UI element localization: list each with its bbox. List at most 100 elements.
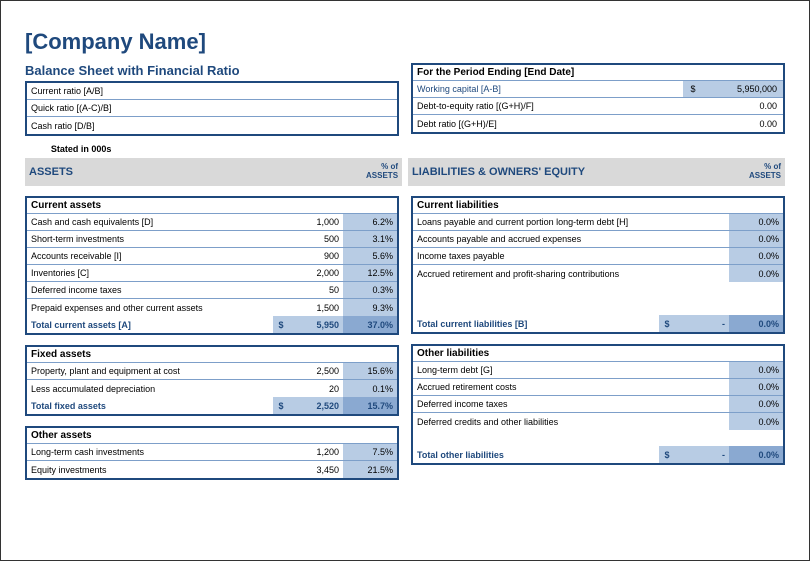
balance-sheet-page: [Company Name] Balance Sheet with Financ… (0, 0, 810, 561)
row-value: 900 (289, 248, 343, 264)
row-pct: 3.1% (343, 231, 397, 247)
row-sym (273, 363, 289, 379)
liabilities-header: LIABILITIES & OWNERS' EQUITY % of ASSETS (408, 158, 785, 186)
data-row: Equity investments3,45021.5% (27, 461, 397, 478)
row-label: Accounts receivable [I] (27, 248, 273, 264)
row-sym (273, 299, 289, 316)
row-value: 2,500 (289, 363, 343, 379)
row-pct: 6.2% (343, 214, 397, 230)
row-label: Accrued retirement costs (413, 379, 659, 395)
row-value: 3,450 (289, 461, 343, 478)
other-assets-section: Other assets Long-term cash investments1… (25, 426, 399, 480)
row-sym (659, 231, 675, 247)
row-label: Loans payable and current portion long-t… (413, 214, 659, 230)
data-row: Long-term cash investments1,2007.5% (27, 444, 397, 461)
row-pct: 0.0% (729, 396, 783, 412)
working-label: Debt ratio [(G+H)/E] (413, 119, 683, 129)
row-value: 500 (289, 231, 343, 247)
row-sym (659, 248, 675, 264)
row-sym (273, 380, 289, 397)
row-label: Short-term investments (27, 231, 273, 247)
row-label: Cash and cash equivalents [D] (27, 214, 273, 230)
current-assets-section: Current assets Cash and cash equivalents… (25, 196, 399, 335)
row-label: Long-term cash investments (27, 444, 273, 460)
ratio-label: Quick ratio [(A-C)/B] (27, 103, 327, 113)
row-label: Income taxes payable (413, 248, 659, 264)
ratio-label: Cash ratio [D/B] (27, 121, 327, 131)
currency-symbol: $ (273, 397, 289, 414)
data-row: Less accumulated depreciation200.1% (27, 380, 397, 397)
row-label: Property, plant and equipment at cost (27, 363, 273, 379)
total-value: 2,520 (289, 397, 343, 414)
company-name: [Company Name] (25, 29, 785, 55)
total-label: Total current liabilities [B] (413, 315, 659, 332)
row-value: 2,000 (289, 265, 343, 281)
period-box: For the Period Ending [End Date] Working… (411, 63, 785, 134)
row-pct: 12.5% (343, 265, 397, 281)
working-label: Debt-to-equity ratio [(G+H)/F] (413, 101, 683, 111)
data-row: Accrued retirement and profit-sharing co… (413, 265, 783, 282)
total-value: - (675, 315, 729, 332)
row-pct: 21.5% (343, 461, 397, 478)
row-value (675, 231, 729, 247)
assets-title: ASSETS (25, 166, 348, 178)
row-value (675, 214, 729, 230)
row-sym (273, 248, 289, 264)
subsection-title: Other liabilities (413, 346, 783, 362)
ratio-label: Current ratio [A/B] (27, 86, 327, 96)
row-sym (273, 444, 289, 460)
row-pct: 9.3% (343, 299, 397, 316)
data-row: Accrued retirement costs0.0% (413, 379, 783, 396)
pct-assets-label: % of ASSETS (731, 163, 785, 181)
data-row: Accounts receivable [I]9005.6% (27, 248, 397, 265)
data-row: Loans payable and current portion long-t… (413, 214, 783, 231)
data-row: Deferred income taxes500.3% (27, 282, 397, 299)
row-sym (659, 214, 675, 230)
row-pct: 0.0% (729, 248, 783, 264)
data-row: Short-term investments 5003.1% (27, 231, 397, 248)
row-label: Deferred income taxes (413, 396, 659, 412)
data-row: Income taxes payable 0.0% (413, 248, 783, 265)
period-title: For the Period Ending [End Date] (413, 65, 783, 81)
currency-symbol: $ (683, 81, 703, 97)
total-pct: 15.7% (343, 397, 397, 414)
subsection-title: Current liabilities (413, 198, 783, 214)
subsection-title: Current assets (27, 198, 397, 214)
working-row: Working capital [A-B] $ 5,950,000 (413, 81, 783, 98)
row-sym (659, 379, 675, 395)
other-liabilities-section: Other liabilities Long-term debt [G]0.0%… (411, 344, 785, 465)
row-label: Less accumulated depreciation (27, 380, 273, 397)
row-sym (273, 214, 289, 230)
row-label: Deferred credits and other liabilities (413, 413, 659, 430)
data-row: Deferred credits and other liabilities0.… (413, 413, 783, 430)
row-label: Prepaid expenses and other current asset… (27, 299, 273, 316)
total-label: Total fixed assets (27, 397, 273, 414)
total-row: Total other liabilities $ - 0.0% (413, 446, 783, 463)
row-value: 1,000 (289, 214, 343, 230)
currency-symbol: $ (273, 316, 289, 333)
row-value: 1,500 (289, 299, 343, 316)
row-value (675, 413, 729, 430)
working-value: 0.00 (683, 115, 783, 132)
assets-header: ASSETS % of ASSETS (25, 158, 402, 186)
row-value: 1,200 (289, 444, 343, 460)
total-pct: 0.0% (729, 315, 783, 332)
data-row: Accounts payable and accrued expenses0.0… (413, 231, 783, 248)
total-row: Total current assets [A] $ 5,950 37.0% (27, 316, 397, 333)
total-value: 5,950 (289, 316, 343, 333)
working-value: 5,950,000 (703, 81, 783, 97)
currency-symbol: $ (659, 315, 675, 332)
ratio-row: Quick ratio [(A-C)/B] (27, 100, 397, 117)
row-sym (659, 265, 675, 282)
row-pct: 0.0% (729, 214, 783, 230)
total-value: - (675, 446, 729, 463)
row-label: Inventories [C] (27, 265, 273, 281)
current-liabilities-section: Current liabilities Loans payable and cu… (411, 196, 785, 334)
working-row: Debt ratio [(G+H)/E] 0.00 (413, 115, 783, 132)
row-sym (273, 461, 289, 478)
subsection-title: Fixed assets (27, 347, 397, 363)
row-value (675, 362, 729, 378)
total-pct: 37.0% (343, 316, 397, 333)
row-sym (273, 265, 289, 281)
working-value: 0.00 (683, 98, 783, 114)
